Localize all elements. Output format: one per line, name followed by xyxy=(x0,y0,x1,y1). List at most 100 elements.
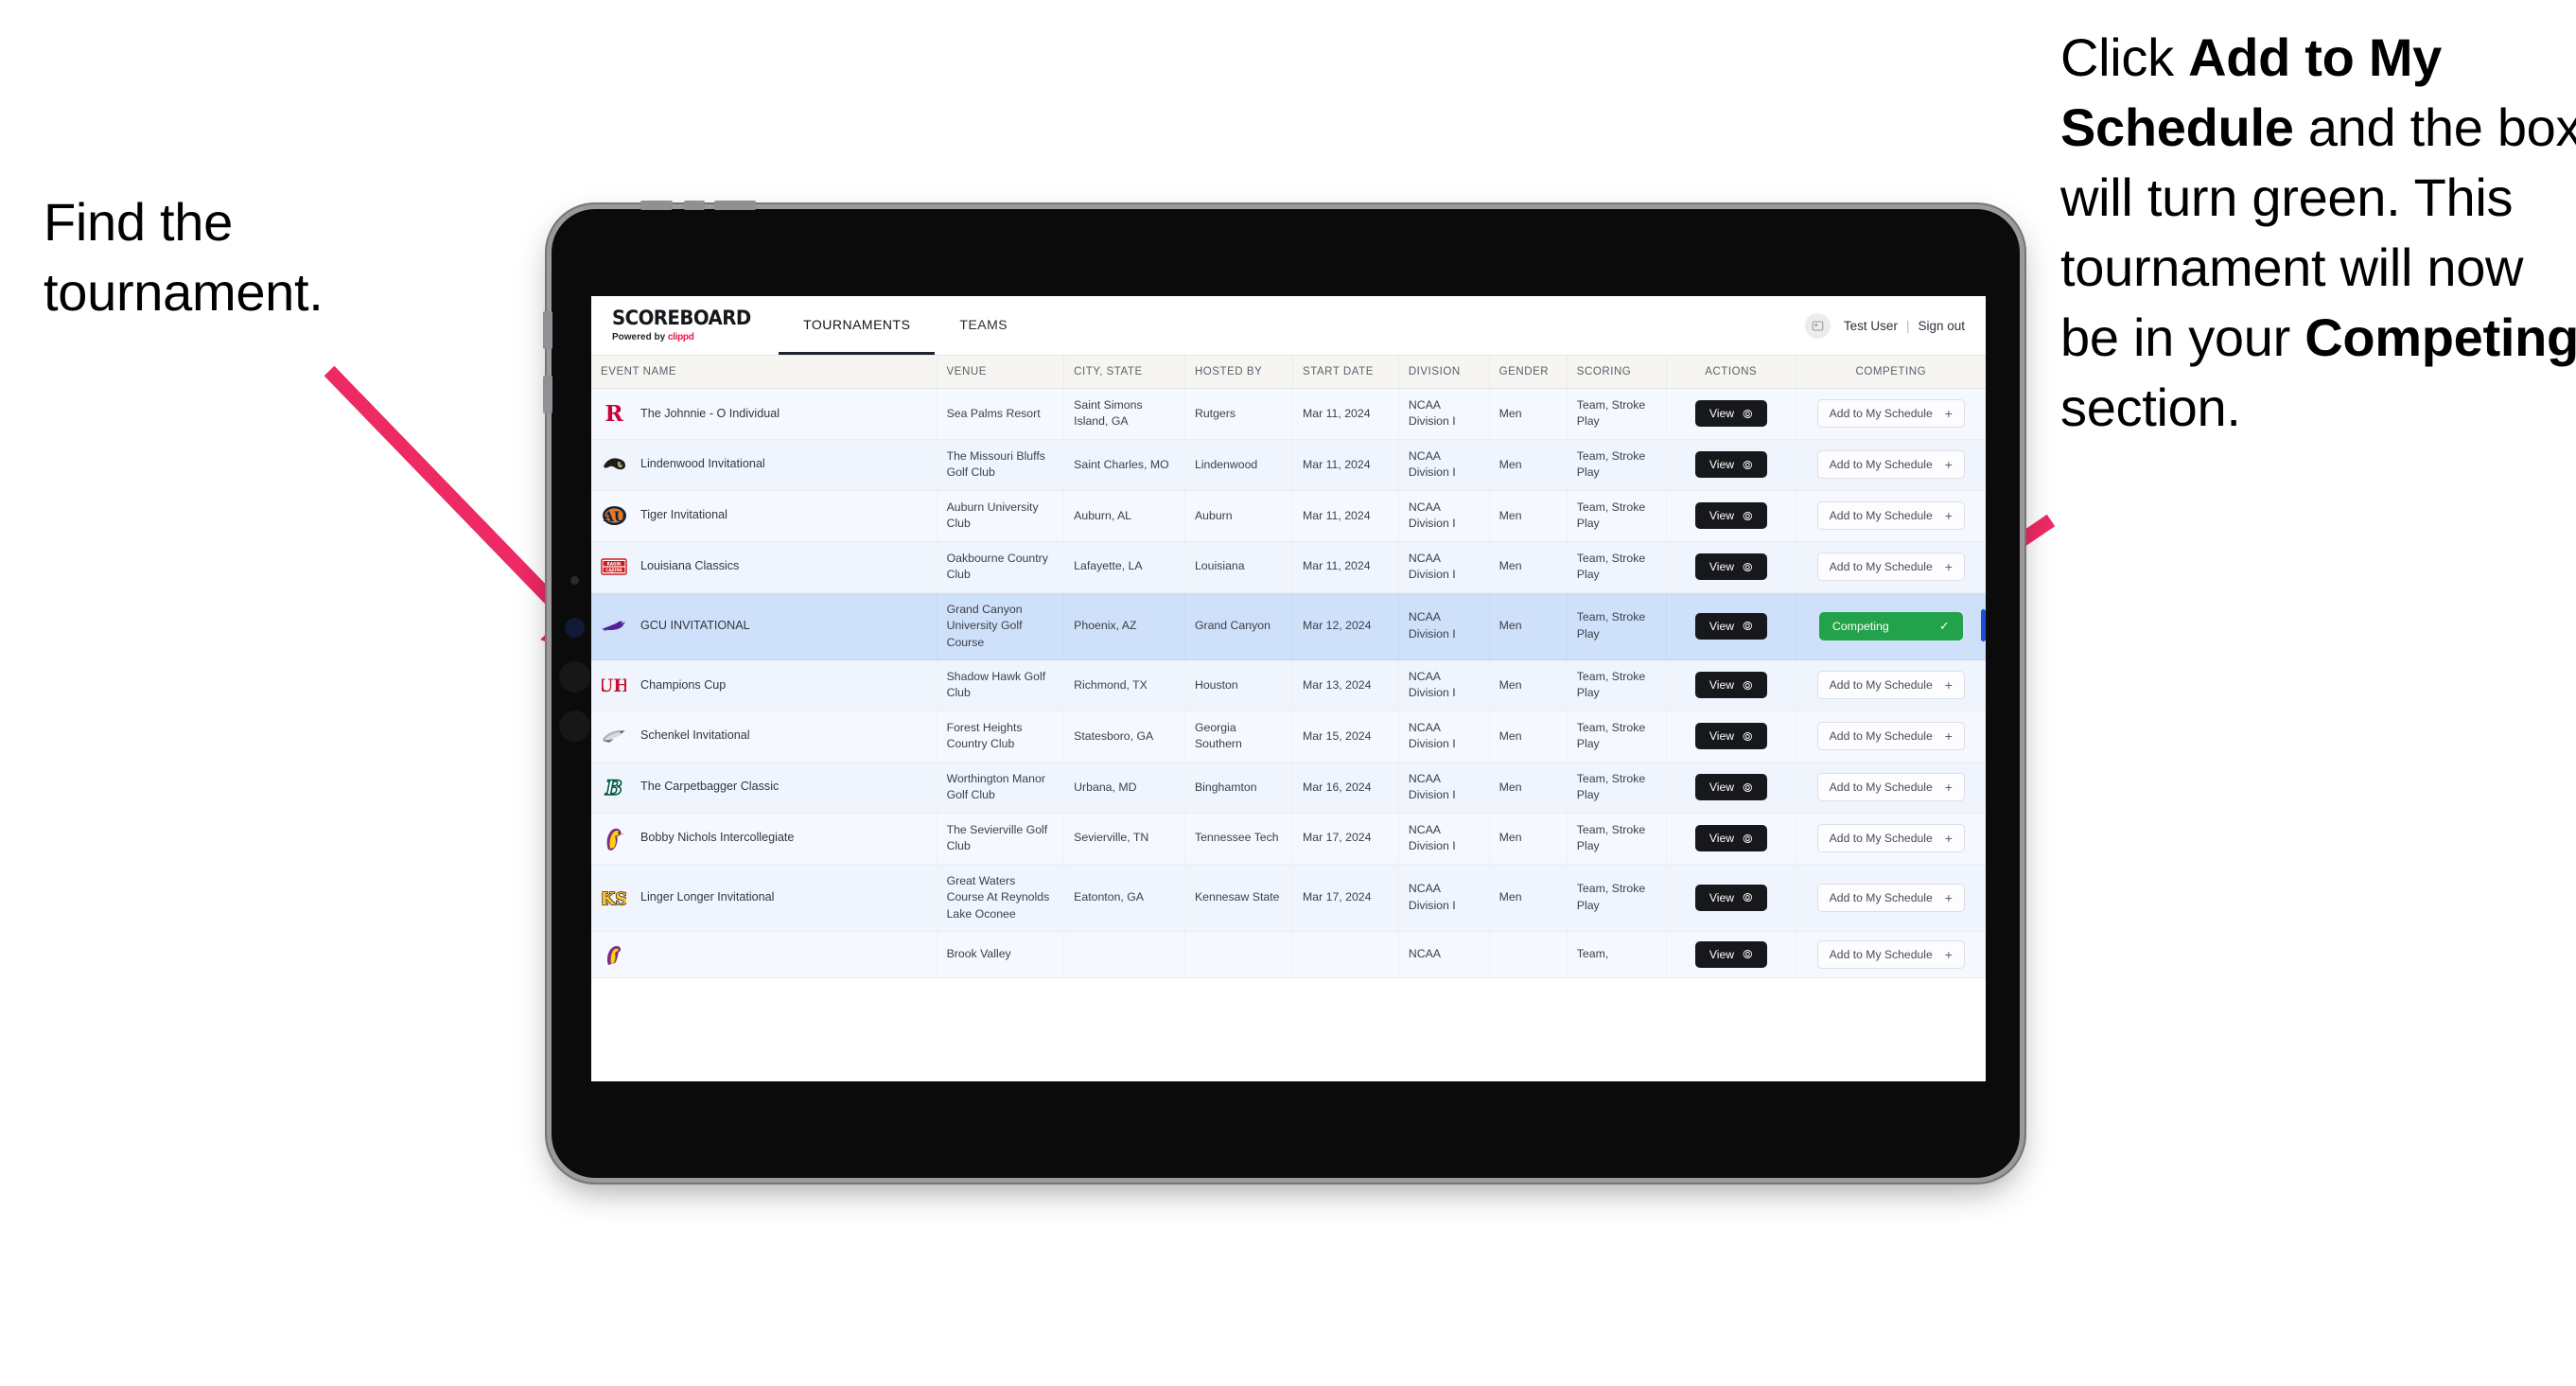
cell-division: NCAA Division I xyxy=(1398,592,1490,660)
cell-city-state: Phoenix, AZ xyxy=(1063,592,1185,660)
cell-scoring: Team, Stroke Play xyxy=(1567,659,1667,711)
tablet-top-button-1[interactable] xyxy=(640,201,673,210)
add-to-my-schedule-button[interactable]: Add to My Schedule + xyxy=(1816,501,1965,531)
auburn-logo: AU xyxy=(601,502,627,529)
table-row[interactable]: Lindenwood Invitational The Missouri Bluf… xyxy=(591,439,1986,491)
cell-division: NCAA xyxy=(1398,931,1490,978)
plus-icon: + xyxy=(1944,406,1953,422)
add-to-my-schedule-label: Add to My Schedule xyxy=(1829,509,1933,523)
column-header-start-date[interactable]: START DATE xyxy=(1292,356,1399,389)
cell-scoring: Team, Stroke Play xyxy=(1567,592,1667,660)
cell-start-date: Mar 11, 2024 xyxy=(1292,541,1399,593)
cell-event-name: Lindenwood Invitational xyxy=(591,439,938,491)
table-row[interactable]: GCU INVITATIONAL Grand Canyon University … xyxy=(591,592,1986,660)
add-to-my-schedule-button[interactable]: Add to My Schedule + xyxy=(1816,722,1965,751)
add-to-my-schedule-button[interactable]: Add to My Schedule + xyxy=(1816,671,1965,700)
tablet-speaker-hole-2 xyxy=(559,711,590,742)
column-header-scoring[interactable]: SCORING xyxy=(1567,356,1667,389)
cell-venue: Shadow Hawk Golf Club xyxy=(937,659,1065,711)
tablet-top-button-3[interactable] xyxy=(714,201,756,210)
tablet-top-button-2[interactable] xyxy=(684,201,705,210)
cell-division: NCAA Division I xyxy=(1398,388,1490,440)
view-button[interactable]: View ⦾ xyxy=(1694,502,1767,530)
tennessee-tech-logo xyxy=(601,825,627,851)
view-button[interactable]: View ⦾ xyxy=(1694,774,1767,801)
add-to-my-schedule-label: Add to My Schedule xyxy=(1829,407,1933,421)
plus-icon: + xyxy=(1944,508,1953,524)
table-row[interactable]: UH Champions Cup Shadow Hawk Golf Club Rich… xyxy=(591,659,1986,711)
cell-scoring: Team, Stroke Play xyxy=(1567,711,1667,763)
view-button[interactable]: View ⦾ xyxy=(1694,672,1767,699)
view-button[interactable]: View ⦾ xyxy=(1694,825,1767,852)
view-button-label: View xyxy=(1709,458,1735,472)
view-button[interactable]: View ⦾ xyxy=(1694,884,1767,911)
tab-tournaments[interactable]: TOURNAMENTS xyxy=(779,296,936,355)
cell-start-date: Mar 11, 2024 xyxy=(1292,388,1399,440)
cell-actions: View ⦾ xyxy=(1666,541,1796,593)
cell-city-state: Eatonton, GA xyxy=(1063,864,1185,932)
view-button-label: View xyxy=(1709,560,1735,574)
tablet-volume-down-button[interactable] xyxy=(543,376,552,413)
column-header-event-name[interactable]: EVENT NAME xyxy=(591,356,938,389)
brand-powered-prefix: Powered by xyxy=(612,332,668,342)
add-to-my-schedule-button[interactable]: Add to My Schedule + xyxy=(1816,824,1965,853)
view-button-label: View xyxy=(1709,781,1735,795)
table-row[interactable]: KS Linger Longer Invitational Great Waters… xyxy=(591,864,1986,932)
cell-hosted-by xyxy=(1184,931,1294,978)
add-to-my-schedule-button[interactable]: Add to My Schedule + xyxy=(1816,939,1965,969)
cell-city-state: Saint Charles, MO xyxy=(1063,439,1185,491)
column-header-hosted-by[interactable]: HOSTED BY xyxy=(1184,356,1294,389)
brand-logo[interactable]: SCOREBOARD Powered by clippd xyxy=(591,296,779,355)
tournaments-table: EVENT NAME VENUE CITY, STATE HOSTED BY S… xyxy=(591,356,1986,978)
view-button-label: View xyxy=(1709,890,1735,904)
sign-out-link[interactable]: Sign out xyxy=(1918,319,1965,333)
arrow-right-circle-icon: ⦾ xyxy=(1743,508,1753,523)
partial-logo xyxy=(601,941,627,968)
tab-teams[interactable]: TEAMS xyxy=(935,296,1032,355)
add-to-my-schedule-label: Add to My Schedule xyxy=(1829,947,1933,961)
view-button-label: View xyxy=(1709,832,1735,846)
add-to-my-schedule-button[interactable]: Add to My Schedule + xyxy=(1816,883,1965,912)
column-header-venue[interactable]: VENUE xyxy=(937,356,1065,389)
column-header-division[interactable]: DIVISION xyxy=(1398,356,1490,389)
view-button[interactable]: View ⦾ xyxy=(1694,612,1767,640)
plus-icon: + xyxy=(1944,889,1953,905)
add-to-my-schedule-button[interactable]: Add to My Schedule + xyxy=(1816,773,1965,802)
cell-event-name: Bobby Nichols Intercollegiate xyxy=(591,813,938,865)
cell-competing: Competing ✓ xyxy=(1796,592,1986,660)
table-row[interactable]: R The Johnnie - O Individual Sea Palms Res… xyxy=(591,388,1986,440)
cell-event-name: RAGIN CAJUNS Louisiana Classics xyxy=(591,541,938,593)
cell-scoring: Team, Stroke Play xyxy=(1567,388,1667,440)
main-nav-tabs: TOURNAMENTS TEAMS xyxy=(779,296,1032,355)
competing-button[interactable]: Competing ✓ xyxy=(1818,611,1963,640)
event-name-label: The Johnnie - O Individual xyxy=(640,406,780,420)
view-button[interactable]: View ⦾ xyxy=(1694,940,1767,968)
cell-start-date: Mar 13, 2024 xyxy=(1292,659,1399,711)
add-to-my-schedule-button[interactable]: Add to My Schedule + xyxy=(1816,553,1965,582)
table-row[interactable]: AU Tiger Invitational Auburn University Cl… xyxy=(591,490,1986,542)
table-row[interactable]: Brook Valley NCAA Team, View ⦾ Add to My Sche… xyxy=(591,931,1986,978)
user-avatar-icon[interactable] xyxy=(1804,312,1831,339)
svg-text:AU: AU xyxy=(602,510,624,525)
view-button[interactable]: View ⦾ xyxy=(1694,400,1767,428)
cell-division: NCAA Division I xyxy=(1398,490,1490,542)
column-header-gender[interactable]: GENDER xyxy=(1489,356,1568,389)
add-to-my-schedule-label: Add to My Schedule xyxy=(1829,890,1933,904)
add-to-my-schedule-button[interactable]: Add to My Schedule + xyxy=(1816,399,1965,429)
view-button[interactable]: View ⦾ xyxy=(1694,723,1767,750)
table-row[interactable]: RAGIN CAJUNS Louisiana Classics Oakbourne C… xyxy=(591,541,1986,593)
table-row[interactable]: B The Carpetbagger Classic Worthington Man… xyxy=(591,762,1986,814)
view-button[interactable]: View ⦾ xyxy=(1694,451,1767,479)
vertical-scrollbar-thumb[interactable] xyxy=(1981,609,1986,641)
add-to-my-schedule-button[interactable]: Add to My Schedule + xyxy=(1816,450,1965,480)
tournaments-table-container[interactable]: EVENT NAME VENUE CITY, STATE HOSTED BY S… xyxy=(591,356,1986,1081)
add-to-my-schedule-label: Add to My Schedule xyxy=(1829,678,1933,693)
view-button[interactable]: View ⦾ xyxy=(1694,553,1767,581)
tablet-volume-up-button[interactable] xyxy=(543,311,552,349)
event-name-label: GCU INVITATIONAL xyxy=(640,618,750,632)
event-name-label: Louisiana Classics xyxy=(640,559,740,573)
table-row[interactable]: Schenkel Invitational Forest Heights Coun… xyxy=(591,711,1986,763)
table-row[interactable]: Bobby Nichols Intercollegiate The Sevierv… xyxy=(591,813,1986,865)
column-header-city-state[interactable]: CITY, STATE xyxy=(1063,356,1185,389)
cell-competing: Add to My Schedule + xyxy=(1796,490,1986,542)
